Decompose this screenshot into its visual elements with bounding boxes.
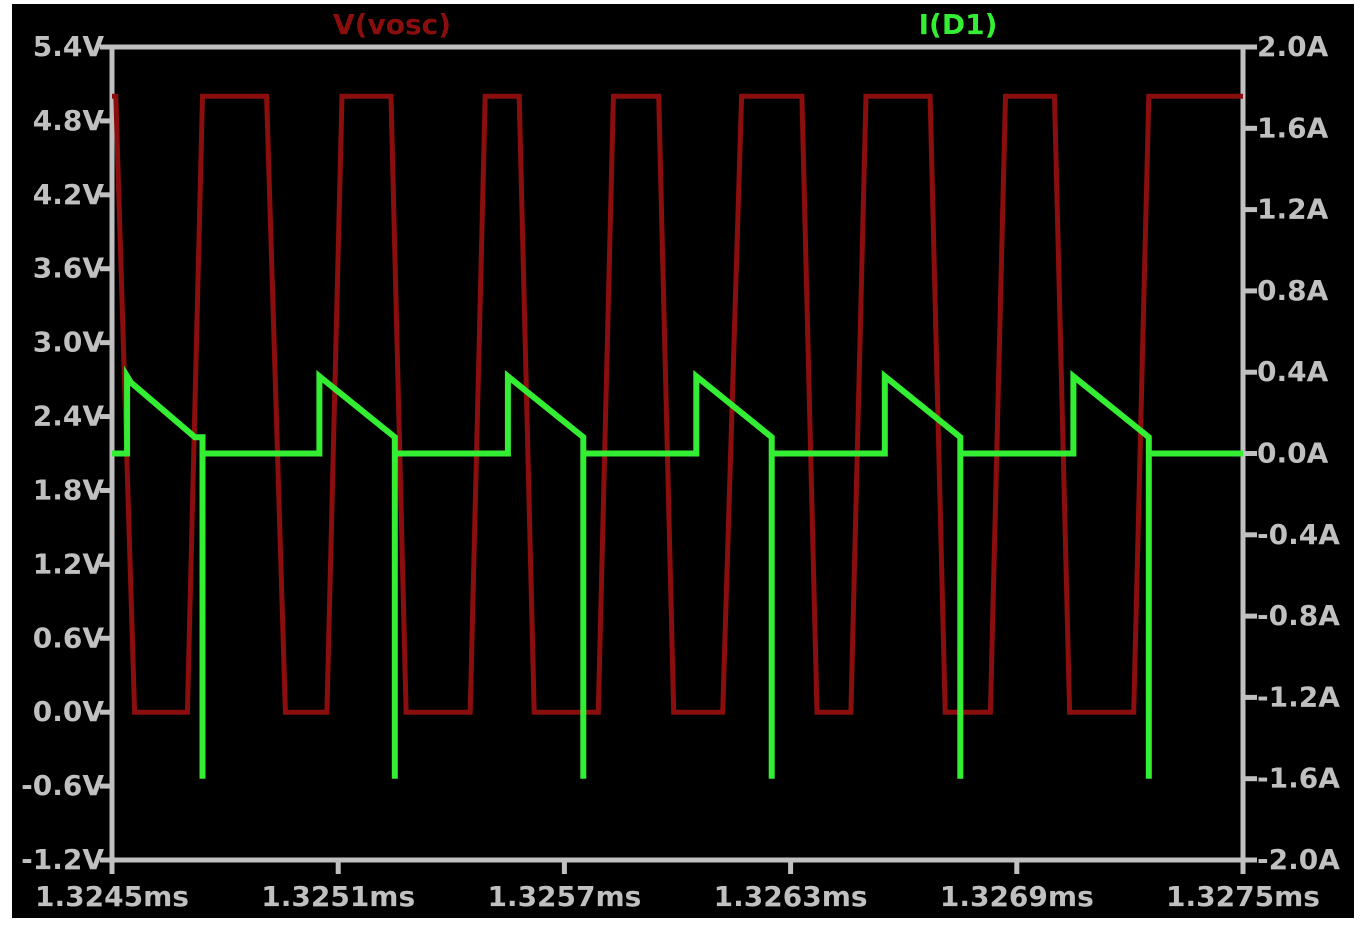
x-axis-tick-label: 1.3251ms: [261, 880, 415, 913]
x-axis-tick-label: 1.3269ms: [940, 880, 1094, 913]
legend-entry: I(D1): [919, 8, 998, 41]
left-axis-tick-label: 4.2V: [33, 178, 105, 211]
right-axis-tick-label: -1.2A: [1257, 680, 1340, 713]
left-axis-tick-label: 1.2V: [33, 547, 105, 580]
right-axis-tick-label: 0.4A: [1257, 355, 1329, 388]
left-axis-tick-label: 5.4V: [33, 30, 105, 63]
axes-group: 5.4V 4.8V 4.2V 3.6V 3.0V 2.4V 1.8V 1.2V 0.6V 0.0V…: [21, 30, 1340, 913]
trace-titles-group: V(vosc) I(D1): [333, 8, 997, 41]
x-axis-tick-label: 1.3257ms: [487, 880, 641, 913]
x-axis-tick-label: 1.3263ms: [714, 880, 868, 913]
left-axis-tick-label: 4.8V: [33, 104, 105, 137]
right-axis-tick-label: 1.2A: [1257, 193, 1329, 226]
right-axis-tick-label: 1.6A: [1257, 111, 1329, 144]
left-axis-tick-label: 0.0V: [33, 695, 105, 728]
right-axis-tick-label: 0.8A: [1257, 274, 1329, 307]
right-axis-tick-label: 0.0A: [1257, 437, 1329, 470]
left-axis-tick-label: -0.6V: [21, 769, 104, 802]
series-group: [112, 93, 1243, 779]
right-axis-tick-label: -2.0A: [1257, 843, 1340, 876]
right-axis-tick-label: 2.0A: [1257, 30, 1329, 63]
right-axis-tick-label: -0.8A: [1257, 599, 1340, 632]
left-axis-tick-label: 0.6V: [33, 621, 105, 654]
waveform-chart: 5.4V 4.8V 4.2V 3.6V 3.0V 2.4V 1.8V 1.2V 0.6V 0.0V…: [21, 8, 1340, 913]
left-axis-tick-label: 3.0V: [33, 326, 105, 359]
left-axis-tick-label: -1.2V: [21, 843, 104, 876]
legend-entry: V(vosc): [333, 8, 451, 41]
right-axis-tick-label: -0.4A: [1257, 518, 1340, 551]
x-axis-tick-label: 1.3245ms: [35, 880, 189, 913]
left-axis-tick-label: 2.4V: [33, 400, 105, 433]
left-axis-tick-label: 1.8V: [33, 473, 105, 506]
x-axis-tick-label: 1.3275ms: [1166, 880, 1320, 913]
left-axis-tick-label: 3.6V: [33, 252, 105, 285]
right-axis-tick-label: -1.6A: [1257, 762, 1340, 795]
